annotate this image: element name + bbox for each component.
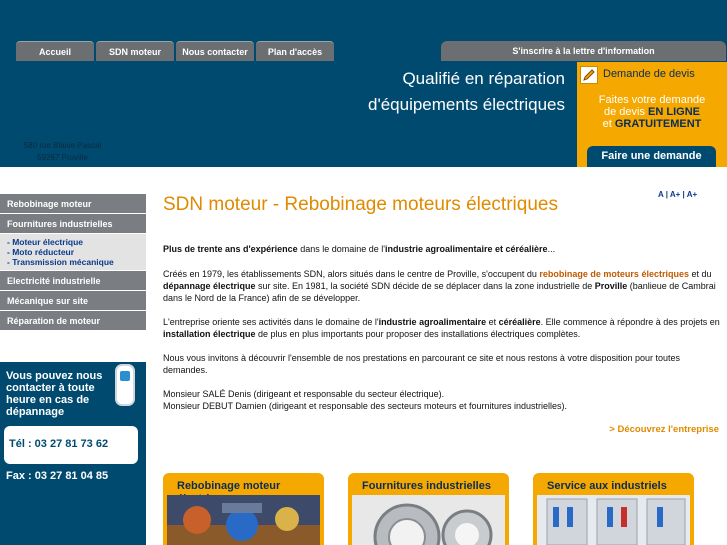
sidebar-sub-moteur[interactable]: - Moteur électrique — [7, 237, 146, 247]
font-size-larger[interactable]: A+ — [670, 190, 680, 199]
card-rebobinage[interactable]: Rebobinage moteur électrique — [163, 473, 324, 545]
sidebar: Rebobinage moteur Fournitures industriel… — [0, 194, 146, 331]
card-fournitures[interactable]: Fournitures industrielles — [348, 473, 509, 545]
card-service[interactable]: Service aux industriels — [533, 473, 694, 545]
font-size-largest[interactable]: A+ — [687, 190, 697, 199]
sidebar-item-mecanique[interactable]: Mécanique sur site — [0, 291, 146, 311]
sidebar-sub-moto-reducteur[interactable]: - Moto réducteur — [7, 247, 146, 257]
bearing-image — [352, 495, 505, 545]
phone-icon — [115, 364, 135, 406]
discover-link[interactable]: > Découvrez l'entreprise — [609, 424, 719, 435]
workshop-image — [167, 495, 320, 545]
tel-number: Tél : 03 27 81 73 62 — [9, 438, 109, 450]
sidebar-sub-transmission[interactable]: - Transmission mécanique — [7, 257, 146, 267]
newsletter-link[interactable]: S'inscrire à la lettre d'information — [441, 41, 726, 61]
sidebar-item-reparation[interactable]: Réparation de moteur — [0, 311, 146, 331]
tagline-line1: Qualifié en réparation — [402, 69, 565, 88]
sidebar-item-fournitures[interactable]: Fournitures industrielles — [0, 214, 146, 234]
contact-text: Vous pouvez nous contacter à toute heure… — [6, 370, 103, 418]
tab-nous-contacter[interactable]: Nous contacter — [176, 41, 254, 61]
tab-accueil[interactable]: Accueil — [16, 41, 94, 61]
pencil-icon — [580, 66, 598, 84]
tel-box: Tél : 03 27 81 73 62 — [4, 426, 138, 464]
sidebar-submenu: - Moteur électrique - Moto réducteur - T… — [0, 234, 146, 271]
fax-number: Fax : 03 27 81 04 85 — [6, 470, 109, 482]
tab-plan-acces[interactable]: Plan d'accès — [256, 41, 334, 61]
address-street: 580 rue Blaise Pascal — [23, 141, 102, 150]
activity-paragraph: L'entreprise oriente ses activités dans … — [163, 317, 720, 339]
devis-description: Faites votre demande de devis EN LIGNE e… — [598, 94, 706, 130]
tagline-line2: d'équipements électriques — [368, 95, 565, 114]
card-title: Service aux industriels — [547, 480, 667, 492]
contact-box: Vous pouvez nous contacter à toute heure… — [0, 362, 146, 545]
intro-paragraph: Plus de trente ans d'expérience dans le … — [163, 244, 556, 254]
switchboard-image — [537, 495, 690, 545]
invite-paragraph: Nous vous invitons à découvrir l'ensembl… — [163, 353, 681, 375]
managers-paragraph: Monsieur SALÉ Denis (dirigeant et respon… — [163, 389, 568, 411]
devis-header[interactable]: Demande de devis — [577, 62, 727, 88]
sidebar-item-electricite[interactable]: Electricité industrielle — [0, 271, 146, 291]
tab-sdn-moteur[interactable]: SDN moteur — [96, 41, 174, 61]
devis-box: Demande de devis Faites votre demande de… — [577, 62, 727, 167]
devis-title: Demande de devis — [603, 68, 695, 80]
sidebar-item-rebobinage[interactable]: Rebobinage moteur — [0, 194, 146, 214]
page-title: SDN moteur - Rebobinage moteurs électriq… — [163, 194, 558, 215]
font-size-tools: A | A+ | A+ — [658, 190, 698, 199]
faire-une-demande-button[interactable]: Faire une demande — [587, 146, 716, 167]
history-paragraph: Créés en 1979, les établissements SDN, a… — [163, 269, 716, 303]
address-city: 59267 Proville — [37, 153, 88, 162]
card-title: Fournitures industrielles — [362, 480, 491, 492]
